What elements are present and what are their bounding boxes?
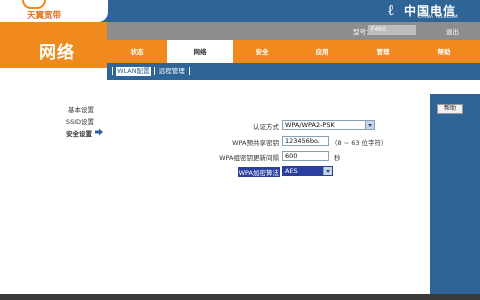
china-telecom-english-name: CHINA TELECOM (418, 15, 458, 20)
encryption-label: WPA加密算法 (237, 167, 280, 177)
logo-text: 天翼宽带 (27, 11, 62, 21)
encryption-select[interactable]: AES (282, 166, 333, 176)
rekey-interval-value: 600 (285, 152, 298, 160)
auth-method-value: WPA/WPA2-PSK (285, 121, 335, 129)
tab-security[interactable]: 安全 (233, 40, 291, 63)
current-item-arrow-icon (95, 128, 103, 136)
auth-method-label: 认证方式 (253, 123, 279, 131)
wpa-psk-label: WPA预共享密钥 (232, 139, 279, 147)
subtab-remote-management[interactable]: 远程管理 (158, 67, 186, 76)
model-value: F460 (368, 25, 416, 35)
help-button[interactable]: 帮助 (437, 104, 463, 114)
sub-tab-divider (153, 67, 155, 75)
auth-method-select[interactable]: WPA/WPA2-PSK (282, 120, 375, 130)
tab-help[interactable]: 帮助 (413, 40, 475, 63)
top-header: 天翼宽带 ℓ 中国电信 CHINA TELECOM (0, 0, 480, 22)
exit-link[interactable]: 退出 (446, 26, 459, 36)
rekey-interval-input[interactable]: 600 (282, 151, 329, 161)
page-title: 网络 (39, 43, 75, 63)
tab-management[interactable]: 管理 (353, 40, 413, 63)
wpa-psk-input[interactable]: 123456bo. (282, 136, 329, 146)
tab-status[interactable]: 状态 (107, 40, 167, 63)
wpa-psk-hint: （8 ~ 63 位字符） (331, 139, 388, 147)
main-tabs: 状态 网络 安全 应用 管理 帮助 (107, 40, 480, 63)
right-panel (430, 94, 480, 294)
rekey-interval-unit: 秒 (334, 154, 341, 162)
logo-mark-icon (22, 0, 46, 9)
rekey-interval-label: WPA组密钥更新间隔 (219, 154, 279, 162)
left-menu-ssid-settings[interactable]: SSID设置 (66, 116, 94, 126)
sub-tab-divider (188, 67, 190, 75)
sub-tabs: WLAN配置 远程管理 (111, 67, 191, 76)
bottom-bar (0, 294, 480, 300)
sub-tab-divider (112, 67, 113, 75)
left-menu-basic-settings[interactable]: 基本设置 (68, 104, 94, 114)
subtab-wlan-config[interactable]: WLAN配置 (116, 67, 151, 76)
chevron-down-icon (323, 167, 332, 175)
left-menu-security-settings[interactable]: 安全设置 (66, 128, 92, 138)
wpa-psk-value: 123456bo. (285, 137, 320, 145)
logo: 天翼宽带 (0, 0, 108, 22)
tab-application[interactable]: 应用 (291, 40, 353, 63)
status-band (107, 22, 480, 40)
tab-network[interactable]: 网络 (167, 40, 233, 63)
chevron-down-icon (365, 121, 374, 129)
encryption-value: AES (285, 167, 298, 175)
china-telecom-logo-icon: ℓ (388, 1, 394, 19)
